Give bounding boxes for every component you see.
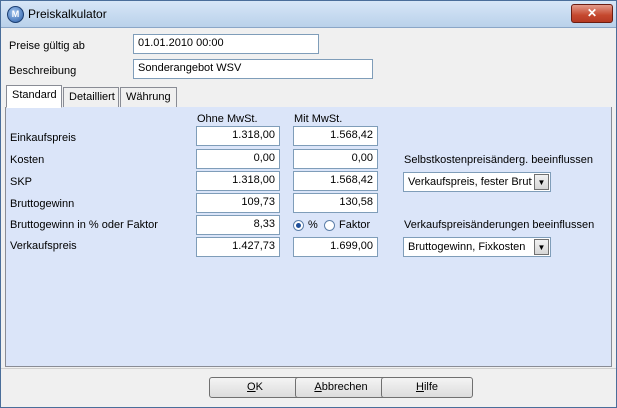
chevron-down-icon[interactable]: ▼ [534, 239, 549, 255]
percent-radio[interactable] [293, 220, 304, 231]
help-button[interactable]: Hilfe [381, 377, 473, 398]
help-mnemonic: H [415, 381, 424, 393]
percent-radio-label: % [308, 219, 318, 231]
description-label: Beschreibung [9, 65, 77, 77]
skp-gross-field[interactable]: 1.568,42 [293, 171, 378, 191]
kosten-gross-field[interactable]: 0,00 [293, 149, 378, 169]
row-label-kosten: Kosten [10, 154, 45, 166]
preiskalkulator-window: M Preiskalkulator ✕ Preise gültig ab 01.… [0, 0, 617, 408]
button-bar: OK Abbrechen Hilfe [1, 368, 616, 407]
description-field[interactable]: Sonderangebot WSV [133, 59, 373, 79]
radio-selected-dot [296, 223, 301, 228]
tab-waehrung[interactable]: Währung [120, 87, 177, 108]
bruttogewinn-net-field[interactable]: 109,73 [196, 193, 280, 213]
row-label-bruttogewinn: Bruttogewinn [10, 198, 75, 210]
close-icon: ✕ [586, 6, 598, 20]
vk-influence-select[interactable]: Bruttogewinn, Fixkosten ▼ [403, 237, 551, 257]
factor-radio-label: Faktor [339, 219, 371, 231]
einkaufspreis-gross-field[interactable]: 1.568,42 [293, 126, 378, 146]
skp-influence-select[interactable]: Verkaufspreis, fester Brutto ▼ [403, 172, 551, 192]
row-label-verkaufspreis: Verkaufspreis [10, 240, 77, 252]
skp-influence-value: Verkaufspreis, fester Brutto [408, 176, 532, 188]
ok-label-rest: K [255, 381, 263, 393]
cancel-button[interactable]: Abbrechen [295, 377, 387, 398]
chevron-down-icon[interactable]: ▼ [534, 174, 549, 190]
ok-mnemonic: O [247, 381, 256, 393]
title-bar[interactable]: M Preiskalkulator ✕ [1, 1, 616, 28]
row-label-einkaufspreis: Einkaufspreis [10, 132, 77, 144]
window-title: Preiskalkulator [28, 7, 107, 21]
bruttogewinn-gross-field[interactable]: 130,58 [293, 193, 378, 213]
row-label-bruttogewinn-percent: Bruttogewinn in % oder Faktor [10, 219, 158, 231]
app-logo-icon: M [7, 6, 24, 23]
close-button[interactable]: ✕ [571, 4, 613, 23]
factor-radio[interactable] [324, 220, 335, 231]
tab-detailliert[interactable]: Detailliert [63, 87, 119, 108]
verkaufspreis-gross-field[interactable]: 1.699,00 [293, 237, 378, 257]
vk-influence-label: Verkaufspreisänderungen beeinflussen [404, 219, 595, 231]
row-label-skp: SKP [10, 176, 33, 188]
col-header-net: Ohne MwSt. [197, 113, 258, 125]
skp-influence-label: Selbstkostenpreisänderg. beeinflussen [404, 154, 593, 166]
cancel-label-rest: bbrechen [321, 381, 368, 393]
col-header-gross: Mit MwSt. [294, 113, 343, 125]
tab-standard[interactable]: Standard [6, 85, 62, 108]
skp-net-field[interactable]: 1.318,00 [196, 171, 280, 191]
vk-influence-value: Bruttogewinn, Fixkosten [408, 241, 526, 253]
ok-button[interactable]: OK [209, 377, 301, 398]
valid-from-field[interactable]: 01.01.2010 00:00 [133, 34, 319, 54]
valid-from-label: Preise gültig ab [9, 40, 85, 52]
verkaufspreis-net-field[interactable]: 1.427,73 [196, 237, 280, 257]
einkaufspreis-net-field[interactable]: 1.318,00 [196, 126, 280, 146]
cancel-mnemonic: A [314, 381, 322, 393]
help-label-rest: ilfe [423, 381, 438, 393]
bruttogewinn-percent-field[interactable]: 8,33 [196, 215, 280, 235]
kosten-net-field[interactable]: 0,00 [196, 149, 280, 169]
